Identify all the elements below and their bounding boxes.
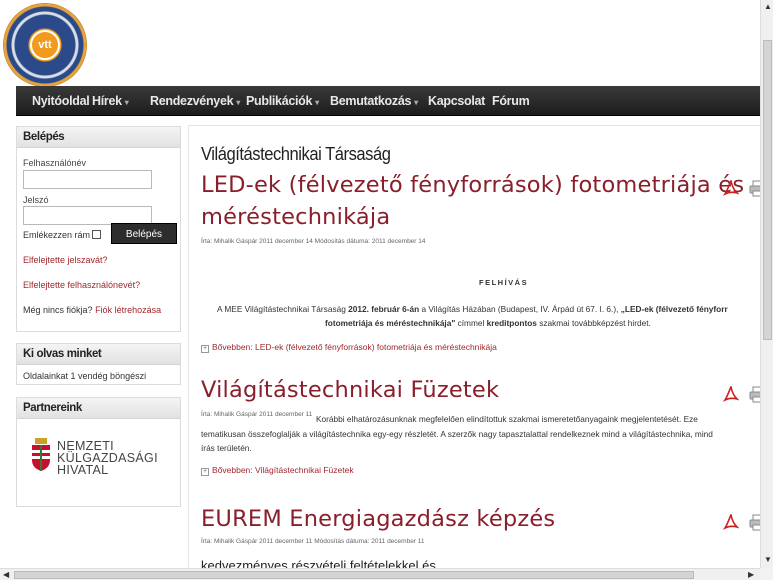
online-module: Ki olvas minket Oldalainkat 1 vendég bön… xyxy=(16,343,181,385)
nav-item-forum[interactable]: Fórum xyxy=(492,86,530,116)
nav-item-home[interactable]: Nyitóoldal xyxy=(32,86,90,116)
scroll-left-icon[interactable]: ◀ xyxy=(3,570,9,579)
remember-label: Emlékezzen rám xyxy=(23,230,91,240)
remember-checkbox[interactable] xyxy=(92,230,102,239)
article-meta-eurem: Írta: Mihalik Gáspár 2011 december 11 Mó… xyxy=(201,538,425,545)
remember-me: Emlékezzen rám xyxy=(23,230,102,240)
vtt-logo-mark: vtt xyxy=(30,30,60,60)
username-input[interactable] xyxy=(23,170,152,189)
pdf-icon[interactable] xyxy=(723,386,739,403)
login-module: Belépés Felhasználónév Jelszó Emlékezzen… xyxy=(16,126,181,332)
article-title-eurem[interactable]: EUREM Energiagazdász képzés xyxy=(201,506,555,532)
nkh-logo[interactable]: NEMZETI KÜLGAZDASÁGI HIVATAL xyxy=(27,430,177,490)
partners-module: Partnereink NEMZETI KÜLGAZDASÁGI HIVATAL xyxy=(16,397,181,507)
vertical-scroll-thumb[interactable] xyxy=(763,40,772,340)
nkh-logo-shield xyxy=(32,438,50,471)
article-text-led-line1: A MEE Világítástechnikai Társaság 2012. … xyxy=(217,304,728,314)
main-content: Világítástechnikai Társaság LED-ek (félv… xyxy=(188,125,760,568)
login-title: Belépés xyxy=(17,127,180,148)
vtt-logo[interactable]: vtt xyxy=(4,4,86,86)
no-account-text: Még nincs fiókja? Fiók létrehozása xyxy=(23,305,161,315)
plus-box-icon: + xyxy=(201,345,209,353)
nav-item-events[interactable]: Rendezvények ▾ xyxy=(150,86,240,116)
article-text-fuzetek-line1: Korábbi elhatározásunknak megfelelően el… xyxy=(316,414,698,424)
nav-item-about[interactable]: Bemutatkozás ▾ xyxy=(330,86,418,116)
password-label: Jelszó xyxy=(23,195,49,205)
forgot-password-link[interactable]: Elfelejtette jelszavát? xyxy=(23,255,108,265)
chevron-down-icon: ▾ xyxy=(124,98,129,107)
pdf-icon[interactable] xyxy=(723,180,739,197)
print-icon[interactable] xyxy=(749,180,760,197)
article-heading-felhivas: FELHÍVÁS xyxy=(479,278,529,287)
nav-item-contact[interactable]: Kapcsolat xyxy=(428,86,485,116)
print-icon[interactable] xyxy=(749,514,760,531)
chevron-down-icon: ▾ xyxy=(315,98,319,107)
horizontal-scroll-thumb[interactable] xyxy=(14,571,694,579)
vertical-scrollbar[interactable]: ▲ ▼ xyxy=(760,0,773,568)
username-label: Felhasználónév xyxy=(23,158,87,168)
article-meta-led: Írta: Mihalik Gáspár 2011 december 14 Mó… xyxy=(201,238,426,245)
nav-item-news[interactable]: Hírek ▾ xyxy=(92,86,129,116)
horizontal-scrollbar[interactable]: ◀ ▶ xyxy=(0,568,760,580)
readmore-led-link[interactable]: + Bővebben: LED-ek (félvezető fényforráso… xyxy=(201,342,497,353)
article-text-fuzetek-line2: tematikusan összefoglalják a világításte… xyxy=(201,429,713,439)
scroll-right-icon[interactable]: ▶ xyxy=(748,570,754,579)
article-text-led-line2: fotometriája és méréstechnikája" címmel … xyxy=(325,318,651,328)
partners-title: Partnereink xyxy=(17,398,180,419)
online-text: Oldalainkat 1 vendég böngészi xyxy=(23,371,147,381)
print-icon[interactable] xyxy=(749,386,760,403)
main-navbar: Nyitóoldal Hírek ▾ Rendezvények ▾ Publikác… xyxy=(16,86,760,116)
forgot-username-link[interactable]: Elfelejtette felhasználónevét? xyxy=(23,280,140,290)
article-title-fuzetek[interactable]: Világítástechnikai Füzetek xyxy=(201,377,499,403)
chevron-down-icon: ▾ xyxy=(414,98,418,107)
create-account-link[interactable]: Fiók létrehozása xyxy=(95,305,161,315)
category-title: Világítástechnikai Társaság xyxy=(201,144,391,164)
article-title-led[interactable]: LED-ek (félvezető fényforrások) fotometr… xyxy=(201,172,744,198)
readmore-fuzetek-link[interactable]: + Bővebben: Világítástechnikai Füzetek xyxy=(201,465,354,476)
nkh-logo-text: NEMZETI KÜLGAZDASÁGI HIVATAL xyxy=(57,439,158,477)
scroll-up-icon[interactable]: ▲ xyxy=(764,2,772,11)
article-text-fuzetek-line3: írás területén. xyxy=(201,443,252,453)
article-title-led-line2[interactable]: méréstechnikája xyxy=(201,204,390,230)
article-text-eurem: kedvezményes részvételi feltételekkel és xyxy=(201,558,436,568)
chevron-down-icon: ▾ xyxy=(236,98,240,107)
plus-box-icon: + xyxy=(201,468,209,476)
login-button[interactable]: Belépés xyxy=(111,223,177,244)
pdf-icon[interactable] xyxy=(723,514,739,531)
online-title: Ki olvas minket xyxy=(17,344,180,365)
scroll-down-icon[interactable]: ▼ xyxy=(764,555,772,564)
nav-item-publications[interactable]: Publikációk ▾ xyxy=(246,86,319,116)
article-meta-fuzetek: Írta: Mihalik Gáspár 2011 december 11 xyxy=(201,411,313,418)
page: vtt Nyitóoldal Hírek ▾ Rendezvények ▾ Publ… xyxy=(0,0,760,568)
no-account-label: Még nincs fiókja? xyxy=(23,305,93,315)
